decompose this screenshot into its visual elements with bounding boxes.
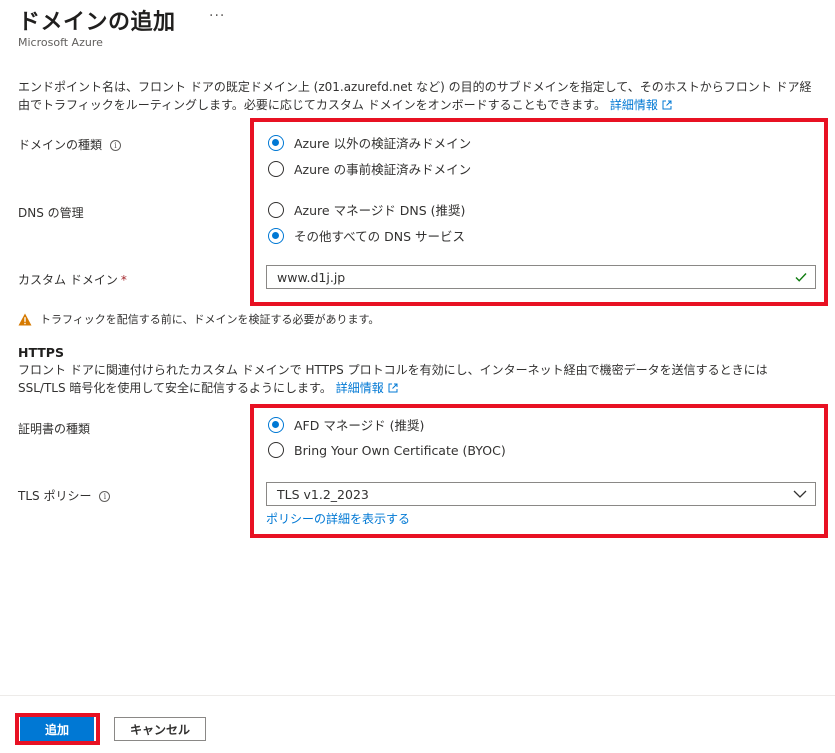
- radio-selected-icon: [268, 134, 284, 151]
- radio-byoc[interactable]: Bring Your Own Certificate (BYOC): [268, 442, 506, 458]
- radio-label: Azure の事前検証済みドメイン: [294, 162, 472, 177]
- tls-policy-dropdown[interactable]: TLS v1.2_2023: [266, 482, 816, 506]
- custom-domain-label: カスタム ドメイン *: [18, 273, 127, 287]
- https-learn-more-link[interactable]: 詳細情報: [336, 381, 398, 395]
- domain-type-label: ドメインの種類 i: [18, 136, 122, 153]
- checkmark-icon: [795, 273, 807, 282]
- radio-label: Azure 以外の検証済みドメイン: [294, 136, 472, 151]
- cancel-button[interactable]: キャンセル: [114, 717, 206, 741]
- radio-other-dns[interactable]: その他すべての DNS サービス: [268, 226, 465, 245]
- warning-icon: [18, 313, 32, 325]
- radio-selected-icon: [268, 227, 284, 244]
- custom-domain-input[interactable]: [267, 266, 787, 288]
- warning-message: トラフィックを配信する前に、ドメインを検証する必要があります。: [18, 311, 379, 327]
- external-link-icon: [388, 383, 398, 393]
- cert-type-label: 証明書の種類: [18, 422, 91, 436]
- page-subtitle: Microsoft Azure: [18, 36, 103, 49]
- radio-label: その他すべての DNS サービス: [294, 229, 465, 244]
- tls-policy-label: TLS ポリシー i: [18, 487, 111, 504]
- view-policy-details-link[interactable]: ポリシーの詳細を表示する: [266, 510, 410, 527]
- more-options-icon[interactable]: ···: [209, 8, 225, 24]
- https-description: フロント ドアに関連付けられたカスタム ドメインで HTTPS プロトコルを有効…: [18, 361, 818, 397]
- learn-more-link[interactable]: 詳細情報: [610, 98, 672, 112]
- dns-label: DNS の管理: [18, 206, 84, 220]
- external-link-icon: [662, 100, 672, 110]
- radio-label: Bring Your Own Certificate (BYOC): [294, 442, 506, 458]
- description: エンドポイント名は、フロント ドアの既定ドメイン上 (z01.azurefd.n…: [18, 78, 818, 114]
- radio-non-azure-domain[interactable]: Azure 以外の検証済みドメイン: [268, 133, 471, 152]
- radio-selected-icon: [268, 416, 284, 433]
- warning-text: トラフィックを配信する前に、ドメインを検証する必要があります。: [40, 313, 380, 326]
- radio-label: AFD マネージド (推奨): [294, 418, 425, 433]
- tls-policy-value: TLS v1.2_2023: [277, 487, 369, 502]
- radio-unselected-icon: [268, 442, 284, 458]
- footer-divider: [0, 695, 835, 696]
- radio-azure-dns[interactable]: Azure マネージド DNS (推奨): [268, 200, 465, 219]
- description-text: エンドポイント名は、フロント ドアの既定ドメイン上 (z01.azurefd.n…: [18, 80, 812, 112]
- required-mark: *: [120, 273, 127, 287]
- radio-azure-prevalidated-domain[interactable]: Azure の事前検証済みドメイン: [268, 159, 471, 178]
- page-title: ドメインの追加: [18, 10, 176, 35]
- radio-label: Azure マネージド DNS (推奨): [294, 203, 466, 218]
- chevron-down-icon: [793, 490, 807, 498]
- info-icon[interactable]: i: [110, 140, 122, 151]
- custom-domain-field[interactable]: [266, 265, 816, 289]
- add-button[interactable]: 追加: [20, 717, 94, 741]
- info-icon[interactable]: i: [99, 491, 111, 502]
- radio-afd-managed[interactable]: AFD マネージド (推奨): [268, 415, 424, 434]
- radio-unselected-icon: [268, 160, 284, 177]
- https-heading: HTTPS: [18, 345, 64, 360]
- radio-unselected-icon: [268, 201, 284, 218]
